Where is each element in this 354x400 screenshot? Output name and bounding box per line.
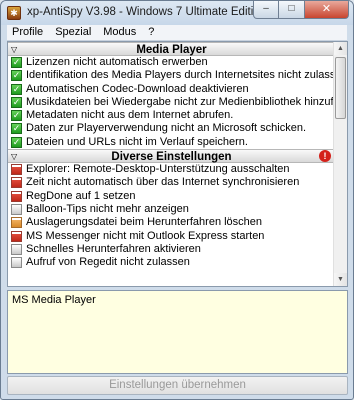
checked-icon[interactable]: ✓ bbox=[11, 70, 22, 82]
description-panel: MS Media Player bbox=[7, 290, 348, 374]
app-icon[interactable]: ✱ bbox=[7, 6, 21, 20]
menu-help[interactable]: ? bbox=[142, 25, 160, 40]
title-bar[interactable]: ✱ xp-AntiSpy V3.98 - Windows 7 Ultimate … bbox=[1, 1, 353, 25]
apply-settings-button[interactable]: Einstellungen übernehmen bbox=[7, 376, 348, 395]
list-item-label: Identifikation des Media Players durch I… bbox=[26, 69, 348, 82]
list-item[interactable]: ✓ Daten zur Playerverwendung nicht an Mic… bbox=[8, 122, 335, 135]
list-item[interactable]: ✓ Metadaten nicht aus dem Internet abrufe… bbox=[8, 109, 335, 122]
collapse-icon[interactable]: ▽ bbox=[11, 43, 17, 57]
warning-icon: ! bbox=[319, 150, 331, 163]
unchecked-icon[interactable] bbox=[11, 203, 22, 215]
checked-icon[interactable]: ✓ bbox=[11, 110, 22, 122]
list-item[interactable]: RegDone auf 1 setzen bbox=[8, 190, 335, 203]
unchecked-icon[interactable] bbox=[11, 257, 22, 269]
list-item-label: Zeit nicht automatisch über das Internet… bbox=[26, 176, 300, 189]
settings-rows: ▽ Media Player ✓ Lizenzen nicht automatisch… bbox=[8, 42, 347, 269]
window-controls: – □ ✕ bbox=[253, 1, 349, 19]
list-item[interactable]: ✓ Musikdateien bei Wiedergabe nicht zur M… bbox=[8, 96, 347, 109]
list-item[interactable]: Zeit nicht automatisch über das Internet… bbox=[8, 176, 335, 189]
menu-spezial[interactable]: Spezial bbox=[49, 25, 97, 40]
list-item-label: RegDone auf 1 setzen bbox=[26, 189, 136, 202]
minimize-button[interactable]: – bbox=[253, 1, 279, 19]
list-item-label: Dateien und URLs nicht im Verlauf speich… bbox=[26, 135, 248, 148]
list-item-label: Auslagerungsdatei beim Herunterfahren lö… bbox=[26, 216, 263, 229]
app-window: ✱ xp-AntiSpy V3.98 - Windows 7 Ultimate … bbox=[0, 0, 354, 400]
unchecked-icon[interactable] bbox=[11, 243, 22, 255]
list-item[interactable]: MS Messenger nicht mit Outlook Express s… bbox=[8, 230, 335, 243]
checked-icon[interactable]: ✓ bbox=[11, 83, 22, 95]
checked-icon[interactable]: ✓ bbox=[11, 96, 22, 108]
list-item-label: Musikdateien bei Wiedergabe nicht zur Me… bbox=[26, 95, 348, 108]
list-item[interactable]: ✓ Automatischen Codec-Download deaktivier… bbox=[8, 83, 335, 96]
list-item[interactable]: Aufruf von Regedit nicht zulassen bbox=[8, 256, 335, 269]
list-item[interactable]: ✓ Lizenzen nicht automatisch erwerben bbox=[8, 56, 335, 69]
list-item[interactable]: Schnelles Herunterfahren aktivieren bbox=[8, 243, 335, 256]
section-header[interactable]: ▽ Media Player bbox=[8, 42, 335, 56]
close-button[interactable]: ✕ bbox=[305, 1, 349, 19]
status-red-icon[interactable] bbox=[11, 190, 22, 202]
settings-list: ▽ Media Player ✓ Lizenzen nicht automatisch… bbox=[7, 41, 348, 287]
status-red-icon[interactable] bbox=[11, 177, 22, 189]
list-item-label: MS Messenger nicht mit Outlook Express s… bbox=[26, 229, 265, 242]
section-title: Media Player bbox=[136, 44, 207, 56]
scroll-up-icon[interactable]: ▲ bbox=[334, 42, 347, 55]
list-item-label: Automatischen Codec-Download deaktiviere… bbox=[26, 82, 249, 95]
list-item[interactable]: ✓ Identifikation des Media Players durch … bbox=[8, 69, 347, 82]
list-item[interactable]: ✓ Dateien und URLs nicht im Verlauf speic… bbox=[8, 136, 335, 149]
list-item[interactable]: Explorer: Remote-Desktop-Unterstützung a… bbox=[8, 163, 335, 176]
section-title: Diverse Einstellungen bbox=[111, 151, 232, 164]
list-item[interactable]: Auslagerungsdatei beim Herunterfahren lö… bbox=[8, 216, 335, 229]
list-item-label: Aufruf von Regedit nicht zulassen bbox=[26, 256, 190, 269]
list-item-label: Daten zur Playerverwendung nicht an Micr… bbox=[26, 122, 307, 135]
menu-bar: Profile Spezial Modus ? bbox=[7, 25, 347, 41]
status-orange-icon[interactable] bbox=[11, 217, 22, 229]
menu-modus[interactable]: Modus bbox=[97, 25, 142, 40]
section-header[interactable]: ▽ Diverse Einstellungen! bbox=[8, 149, 335, 164]
list-item-label: Metadaten nicht aus dem Internet abrufen… bbox=[26, 109, 234, 122]
list-item-label: Balloon-Tips nicht mehr anzeigen bbox=[26, 202, 189, 215]
scroll-down-icon[interactable]: ▼ bbox=[334, 273, 347, 286]
list-item-label: Lizenzen nicht automatisch erwerben bbox=[26, 56, 208, 68]
maximize-button[interactable]: □ bbox=[279, 1, 305, 19]
status-red-icon[interactable] bbox=[11, 164, 22, 176]
status-red-icon[interactable] bbox=[11, 230, 22, 242]
checked-icon[interactable]: ✓ bbox=[11, 123, 22, 135]
list-item-label: Schnelles Herunterfahren aktivieren bbox=[26, 242, 201, 255]
scrollbar[interactable]: ▲ ▼ bbox=[333, 42, 347, 286]
list-item-label: Explorer: Remote-Desktop-Unterstützung a… bbox=[26, 163, 290, 176]
menu-profile[interactable]: Profile bbox=[7, 25, 49, 40]
scroll-thumb[interactable] bbox=[335, 57, 346, 119]
checked-icon[interactable]: ✓ bbox=[11, 136, 22, 148]
checked-icon[interactable]: ✓ bbox=[11, 57, 22, 68]
description-text: MS Media Player bbox=[12, 294, 96, 306]
list-item[interactable]: Balloon-Tips nicht mehr anzeigen bbox=[8, 203, 335, 216]
collapse-icon[interactable]: ▽ bbox=[11, 150, 17, 164]
